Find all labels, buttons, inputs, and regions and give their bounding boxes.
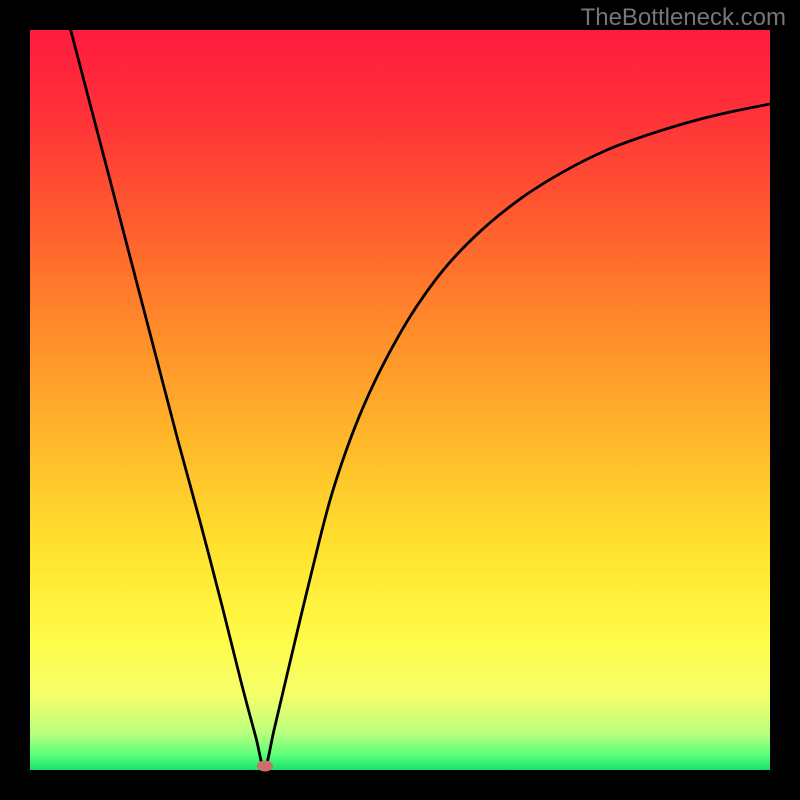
- plot-background: [30, 30, 770, 770]
- watermark-text: TheBottleneck.com: [581, 4, 786, 32]
- chart-canvas: [30, 30, 770, 770]
- chart-frame: TheBottleneck.com: [0, 0, 800, 800]
- minimum-marker: [257, 761, 273, 772]
